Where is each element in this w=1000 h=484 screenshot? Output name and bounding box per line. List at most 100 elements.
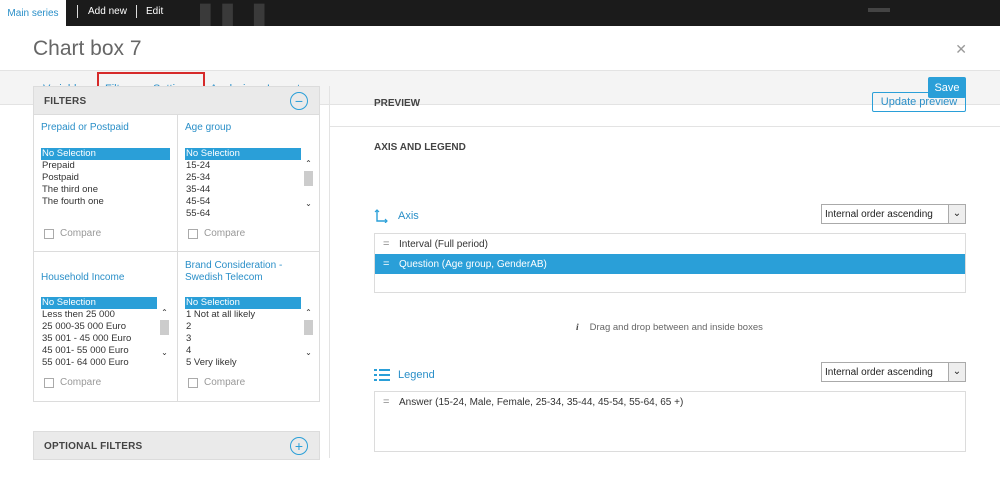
list-option[interactable]: 45 001- 55 000 Euro <box>41 345 157 357</box>
edit-link[interactable]: Edit <box>146 0 163 22</box>
chevron-down-icon[interactable]: ⌄ <box>303 199 314 209</box>
filter-listbox[interactable]: No Selection Less then 25 000 25 000-35 … <box>41 297 170 368</box>
chevron-up-icon[interactable]: ⌃ <box>303 308 314 318</box>
preview-header: PREVIEW Update preview <box>330 86 1000 127</box>
legend-row[interactable]: = Answer (15-24, Male, Female, 25-34, 35… <box>375 392 965 412</box>
chevron-down-icon[interactable]: ⌄ <box>948 363 965 381</box>
filter-title: Prepaid or Postpaid <box>41 122 129 133</box>
compare-label: Compare <box>60 228 102 239</box>
checkbox[interactable] <box>44 377 54 388</box>
axis-label: Axis <box>374 209 419 224</box>
scrollbar-thumb[interactable] <box>304 171 313 186</box>
tab-main-series[interactable]: Main series <box>0 0 66 26</box>
scrollbar-thumb[interactable] <box>304 320 313 335</box>
filter-household-income: Household Income No Selection Less then … <box>34 251 177 401</box>
list-option[interactable]: Prepaid <box>41 160 170 172</box>
chevron-up-icon[interactable]: ⌃ <box>159 308 170 318</box>
plus-circle-icon[interactable]: + <box>290 437 308 455</box>
chevron-down-icon[interactable]: ⌄ <box>303 348 314 358</box>
add-new-link[interactable]: Add new <box>88 0 127 22</box>
list-option[interactable]: 2 <box>185 321 301 333</box>
axis-legend-heading: AXIS AND LEGEND <box>374 142 466 153</box>
list-option[interactable]: 25 000-35 000 Euro <box>41 321 157 333</box>
legend-row-label: Answer (15-24, Male, Female, 25-34, 35-4… <box>399 396 684 408</box>
axis-row-label: Question (Age group, GenderAB) <box>399 258 547 270</box>
drag-handle-icon[interactable]: = <box>383 396 392 408</box>
drag-hint: i Drag and drop between and inside boxes <box>576 322 763 333</box>
list-option[interactable]: Postpaid <box>41 172 170 184</box>
filters-panel: FILTERS − Prepaid or Postpaid No Selecti… <box>33 86 320 460</box>
filters-grid: Prepaid or Postpaid No Selection Prepaid… <box>33 115 320 402</box>
filter-age-group: Age group No Selection 15-24 25-34 35-44… <box>177 115 320 251</box>
axis-drop-box[interactable]: = Interval (Full period) = Question (Age… <box>374 233 966 293</box>
list-option[interactable]: No Selection <box>41 148 170 160</box>
preview-heading: PREVIEW <box>374 98 421 109</box>
list-option[interactable]: 15-24 <box>185 160 301 172</box>
legend-order-value: Internal order ascending <box>825 367 933 378</box>
list-option[interactable]: 25-34 <box>185 172 301 184</box>
top-bar: Main series Add new Edit ▌▌ ▌ <box>0 0 1000 38</box>
filter-prepaid-postpaid: Prepaid or Postpaid No Selection Prepaid… <box>34 115 177 251</box>
list-option[interactable]: The fourth one <box>41 196 170 208</box>
list-option[interactable]: 35 001 - 45 000 Euro <box>41 333 157 345</box>
compare-checkbox[interactable]: Compare <box>188 377 245 388</box>
scrollbar[interactable]: ⌃ ⌄ <box>303 308 314 358</box>
drag-handle-icon[interactable]: = <box>383 238 392 250</box>
list-option[interactable]: 55 001- 64 000 Euro <box>41 357 157 369</box>
legend-drop-box[interactable]: = Answer (15-24, Male, Female, 25-34, 35… <box>374 391 966 452</box>
minus-circle-icon[interactable]: − <box>290 92 308 110</box>
compare-checkbox[interactable]: Compare <box>44 377 101 388</box>
legend-order-select[interactable]: Internal order ascending ⌄ <box>821 362 966 382</box>
preview-panel: PREVIEW Update preview AXIS AND LEGEND A… <box>329 86 1000 458</box>
list-option[interactable]: 45-54 <box>185 196 301 208</box>
list-option[interactable]: 3 <box>185 333 301 345</box>
axis-icon <box>374 209 390 224</box>
checkbox[interactable] <box>44 228 54 239</box>
axis-row[interactable]: = Interval (Full period) <box>375 234 965 254</box>
chevron-down-icon[interactable]: ⌄ <box>948 205 965 223</box>
filters-header: FILTERS − <box>33 86 320 115</box>
axis-row-active[interactable]: = Question (Age group, GenderAB) <box>375 254 965 274</box>
hint-text: Drag and drop between and inside boxes <box>589 322 763 333</box>
divider <box>77 5 78 18</box>
background-shape <box>868 8 890 26</box>
axis-order-select[interactable]: Internal order ascending ⌄ <box>821 204 966 224</box>
filter-title: Age group <box>185 122 232 133</box>
legend-label: Legend <box>374 368 435 382</box>
chevron-up-icon[interactable]: ⌃ <box>303 159 314 169</box>
list-option[interactable]: 5 Very likely <box>185 357 301 369</box>
filter-brand-consideration: Brand Consideration - Swedish Telecom No… <box>177 251 320 401</box>
update-preview-button[interactable]: Update preview <box>872 92 966 112</box>
list-option[interactable]: The third one <box>41 184 170 196</box>
filter-listbox[interactable]: No Selection 15-24 25-34 35-44 45-54 55-… <box>185 148 314 219</box>
divider <box>136 5 137 18</box>
axis-row-label: Interval (Full period) <box>399 238 488 250</box>
filter-listbox[interactable]: No Selection Prepaid Postpaid The third … <box>41 148 170 209</box>
axis-order-value: Internal order ascending <box>825 209 933 220</box>
list-option[interactable]: Less then 25 000 <box>41 309 157 321</box>
list-option[interactable]: 1 Not at all likely <box>185 309 301 321</box>
close-icon[interactable]: ✕ <box>955 41 967 58</box>
scrollbar-thumb[interactable] <box>160 320 169 335</box>
compare-checkbox[interactable]: Compare <box>188 228 245 239</box>
list-option[interactable]: 55-64 <box>185 208 301 220</box>
filter-title: Household Income <box>41 272 125 283</box>
optional-filters-header[interactable]: OPTIONAL FILTERS + <box>33 431 320 460</box>
compare-label: Compare <box>60 377 102 388</box>
list-option[interactable]: No Selection <box>185 148 301 160</box>
compare-checkbox[interactable]: Compare <box>44 228 101 239</box>
list-option[interactable]: No Selection <box>41 297 157 309</box>
list-option[interactable]: 4 <box>185 345 301 357</box>
scrollbar[interactable]: ⌃ ⌄ <box>303 159 314 209</box>
info-icon: i <box>576 322 579 333</box>
scrollbar[interactable]: ⌃ ⌄ <box>159 308 170 358</box>
chevron-down-icon[interactable]: ⌄ <box>159 348 170 358</box>
list-option[interactable]: 35-44 <box>185 184 301 196</box>
optional-filters-heading: OPTIONAL FILTERS <box>44 441 143 452</box>
checkbox[interactable] <box>188 228 198 239</box>
filter-title: Brand Consideration - Swedish Telecom <box>185 260 283 283</box>
list-option[interactable]: No Selection <box>185 297 301 309</box>
filter-listbox[interactable]: No Selection 1 Not at all likely 2 3 4 5… <box>185 297 314 368</box>
drag-handle-icon[interactable]: = <box>383 258 392 270</box>
checkbox[interactable] <box>188 377 198 388</box>
